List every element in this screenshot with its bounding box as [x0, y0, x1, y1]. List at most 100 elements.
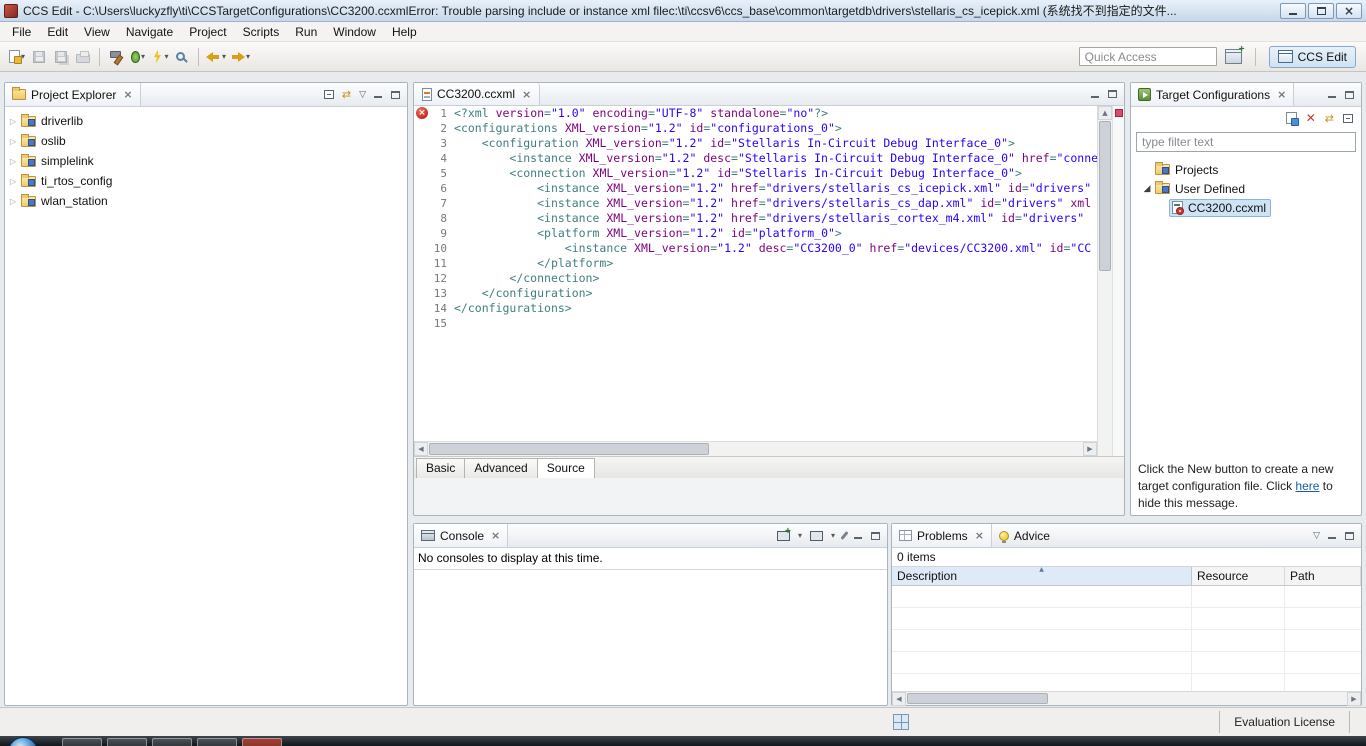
code-line[interactable]: 2 <configurations XML_version="1.2" id="c… — [414, 121, 1097, 136]
tab-project-explorer[interactable]: Project Explorer × — [5, 83, 141, 106]
minimize-view-icon[interactable] — [374, 90, 383, 99]
scroll-left-icon[interactable]: ◀ — [414, 442, 428, 456]
tree-item-cc3200-ccxml[interactable]: CC3200.ccxml — [1131, 198, 1361, 217]
build-button[interactable] — [105, 46, 127, 68]
quick-access-input[interactable] — [1078, 47, 1217, 66]
display-console-icon[interactable] — [809, 530, 823, 541]
code-line[interactable]: 6 <instance XML_version="1.2" href="driv… — [414, 181, 1097, 196]
menu-scripts[interactable]: Scripts — [235, 23, 288, 41]
code-line[interactable]: 4 <instance XML_version="1.2" desc="Stel… — [414, 151, 1097, 166]
table-row[interactable] — [892, 608, 1361, 630]
overview-ruler[interactable] — [1112, 106, 1124, 478]
tree-item-user-defined[interactable]: ◢ User Defined — [1131, 179, 1361, 198]
menu-help[interactable]: Help — [384, 23, 425, 41]
code-line[interactable]: 9 <platform XML_version="1.2" id="platfo… — [414, 226, 1097, 241]
column-header-description[interactable]: Description ▲ — [892, 567, 1192, 585]
link-with-editor-icon[interactable]: ⇄ — [342, 88, 351, 101]
problems-grid[interactable] — [892, 586, 1361, 691]
title-bar[interactable]: CCS Edit - C:\Users\luckyzfly\ti\CCSTarg… — [0, 0, 1366, 22]
back-button[interactable]: ▾ — [204, 46, 228, 68]
menu-run[interactable]: Run — [287, 23, 325, 41]
tab-advanced[interactable]: Advanced — [464, 458, 538, 478]
column-header-path[interactable]: Path — [1285, 567, 1361, 585]
minimize-button[interactable] — [1280, 2, 1306, 19]
maximize-view-icon[interactable] — [391, 90, 400, 99]
scrollbar-thumb[interactable] — [429, 443, 710, 455]
close-icon[interactable]: × — [489, 529, 500, 542]
selected-tree-item[interactable]: CC3200.ccxml — [1169, 198, 1272, 217]
menu-view[interactable]: View — [76, 23, 118, 41]
table-row[interactable] — [892, 674, 1361, 691]
code-line[interactable]: 13 </configuration> — [414, 286, 1097, 301]
tab-basic[interactable]: Basic — [416, 458, 466, 478]
scroll-right-icon[interactable]: ▶ — [1083, 442, 1097, 456]
close-button[interactable]: × — [1336, 2, 1362, 19]
table-row[interactable] — [892, 652, 1361, 674]
tab-source[interactable]: Source — [536, 458, 595, 478]
taskbar-item[interactable] — [62, 738, 102, 746]
twistie-collapsed-icon[interactable]: ▷ — [5, 137, 21, 146]
maximize-view-icon[interactable] — [871, 531, 880, 540]
filter-input[interactable] — [1136, 132, 1356, 152]
error-marker-icon[interactable]: × — [416, 107, 428, 119]
new-button[interactable]: ▾ — [6, 46, 28, 68]
column-header-resource[interactable]: Resource — [1192, 567, 1285, 585]
taskbar-item[interactable] — [242, 738, 282, 746]
windows-taskbar[interactable] — [0, 736, 1366, 746]
code-line[interactable]: 7 <instance XML_version="1.2" href="driv… — [414, 196, 1097, 211]
horizontal-scrollbar[interactable]: ◀ ▶ — [892, 691, 1361, 706]
scroll-right-icon[interactable]: ▶ — [1347, 692, 1361, 706]
tree-item-projects[interactable]: Projects — [1131, 160, 1361, 179]
pin-console-icon[interactable] — [840, 531, 849, 540]
close-icon[interactable]: × — [973, 529, 984, 542]
code-line[interactable]: 15 — [414, 316, 1097, 331]
ccs-edit-perspective-button[interactable]: CCS Edit — [1268, 45, 1356, 68]
collapse-all-icon[interactable] — [1343, 113, 1353, 123]
taskbar-item[interactable] — [197, 738, 237, 746]
table-row[interactable] — [892, 586, 1361, 608]
twistie-expanded-icon[interactable]: ◢ — [1139, 184, 1155, 194]
minimize-view-icon[interactable] — [1328, 90, 1337, 99]
maximize-button[interactable] — [1308, 2, 1334, 19]
vertical-scrollbar[interactable]: ▲ ▼ — [1097, 106, 1112, 478]
error-overview-marker[interactable] — [1115, 109, 1123, 117]
save-all-button[interactable] — [50, 46, 72, 68]
taskbar-item[interactable] — [152, 738, 192, 746]
search-button[interactable] — [171, 46, 193, 68]
open-console-icon[interactable] — [776, 530, 790, 541]
code-line[interactable]: 10 <instance XML_version="1.2" desc="CC3… — [414, 241, 1097, 256]
maximize-view-icon[interactable] — [1108, 90, 1117, 98]
menu-edit[interactable]: Edit — [39, 23, 76, 41]
collapse-all-icon[interactable] — [323, 90, 334, 99]
code-line[interactable]: 11 </platform> — [414, 256, 1097, 271]
tab-cc3200-ccxml[interactable]: CC3200.ccxml × — [414, 83, 541, 105]
project-item-simplelink[interactable]: ▷ simplelink — [5, 151, 407, 171]
scrollbar-thumb[interactable] — [907, 693, 1048, 704]
maximize-view-icon[interactable] — [1345, 531, 1354, 540]
taskbar-item[interactable] — [107, 738, 147, 746]
menu-project[interactable]: Project — [181, 23, 234, 41]
forward-button[interactable]: ▾ — [228, 46, 252, 68]
menu-file[interactable]: File — [4, 23, 39, 41]
debug-button[interactable]: ▾ — [127, 46, 149, 68]
project-item-driverlib[interactable]: ▷ driverlib — [5, 111, 407, 131]
scroll-up-icon[interactable]: ▲ — [1098, 106, 1112, 120]
project-item-ti_rtos_config[interactable]: ▷ ti_rtos_config — [5, 171, 407, 191]
print-button[interactable] — [72, 46, 94, 68]
close-icon[interactable]: × — [520, 88, 531, 101]
scrollbar-thumb[interactable] — [1099, 121, 1111, 271]
start-button[interactable] — [8, 737, 38, 746]
view-menu-icon[interactable]: ▽ — [1313, 531, 1320, 541]
menu-navigate[interactable]: Navigate — [118, 23, 181, 41]
project-item-oslib[interactable]: ▷ oslib — [5, 131, 407, 151]
twistie-collapsed-icon[interactable]: ▷ — [5, 117, 21, 126]
table-row[interactable] — [892, 630, 1361, 652]
twistie-collapsed-icon[interactable]: ▷ — [5, 197, 21, 206]
minimize-view-icon[interactable] — [854, 531, 863, 540]
horizontal-scrollbar[interactable]: ◀ ▶ — [414, 441, 1097, 456]
hide-message-link[interactable]: here — [1295, 479, 1319, 493]
close-icon[interactable]: × — [121, 88, 132, 101]
open-perspective-icon[interactable] — [1224, 44, 1245, 64]
delete-icon[interactable]: ✕ — [1306, 112, 1316, 124]
close-icon[interactable]: × — [1275, 88, 1286, 101]
